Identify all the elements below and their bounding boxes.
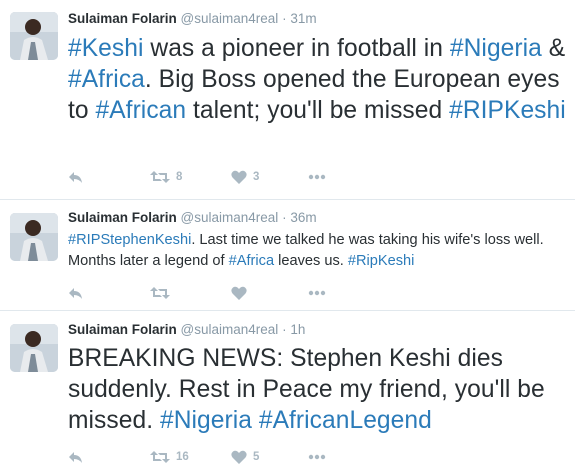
separator-dot: ·: [282, 11, 287, 26]
like-button[interactable]: 5: [231, 447, 259, 467]
tweet-text-segment: &: [541, 35, 566, 62]
hashtag-link[interactable]: #RipKeshi: [348, 253, 415, 269]
tweet-text: #Keshi was a pioneer in football in #Nig…: [68, 33, 569, 126]
tweet-text-segment: [252, 407, 259, 434]
tweet-text-segment: leaves us.: [274, 253, 348, 269]
tweet-text-segment: talent; you'll be missed: [186, 97, 450, 124]
hashtag-link[interactable]: #AfricanLegend: [259, 407, 432, 434]
more-button[interactable]: [308, 167, 326, 187]
retweet-icon: [150, 451, 170, 463]
tweet-header: Sulaiman Folarin @sulaiman4real · 31m: [68, 11, 317, 26]
reply-button[interactable]: [68, 447, 84, 467]
avatar[interactable]: [10, 324, 58, 372]
reply-icon: [69, 172, 82, 183]
retweet-button[interactable]: 16: [150, 447, 189, 467]
avatar-image: [10, 12, 58, 60]
author-handle[interactable]: @sulaiman4real: [181, 210, 279, 225]
avatar[interactable]: [10, 213, 58, 261]
reply-button[interactable]: [68, 167, 84, 187]
hashtag-link[interactable]: #Nigeria: [450, 35, 542, 62]
tweet-header: Sulaiman Folarin @sulaiman4real · 36m: [68, 210, 317, 225]
retweet-count: 16: [176, 451, 189, 463]
avatar-image: [10, 213, 58, 261]
hashtag-link[interactable]: #Nigeria: [160, 407, 252, 434]
retweet-button[interactable]: 8: [150, 167, 182, 187]
hashtag-link[interactable]: #RIPKeshi: [449, 97, 566, 124]
author-handle[interactable]: @sulaiman4real: [181, 11, 279, 26]
tweet[interactable]: Sulaiman Folarin @sulaiman4real · 1h BRE…: [0, 311, 575, 468]
tweet[interactable]: Sulaiman Folarin @sulaiman4real · 31m #K…: [0, 0, 575, 200]
author-handle[interactable]: @sulaiman4real: [181, 322, 279, 337]
reply-button[interactable]: [68, 283, 84, 303]
author-name[interactable]: Sulaiman Folarin: [68, 11, 177, 26]
retweet-icon: [150, 171, 170, 183]
like-icon: [231, 286, 247, 300]
more-icon: [308, 454, 326, 460]
retweet-icon: [150, 287, 170, 299]
like-icon: [231, 450, 247, 464]
avatar[interactable]: [10, 12, 58, 60]
separator-dot: ·: [282, 210, 287, 225]
tweet-text: #RIPStephenKeshi. Last time we talked he…: [68, 230, 569, 272]
tweet-text: BREAKING NEWS: Stephen Keshi dies sudden…: [68, 343, 569, 436]
more-button[interactable]: [308, 447, 326, 467]
more-icon: [308, 290, 326, 296]
more-button[interactable]: [308, 283, 326, 303]
avatar-image: [10, 324, 58, 372]
like-button[interactable]: 3: [231, 167, 259, 187]
tweet-timeline: Sulaiman Folarin @sulaiman4real · 31m #K…: [0, 0, 575, 468]
tweet-timestamp[interactable]: 31m: [290, 11, 316, 26]
reply-icon: [69, 288, 82, 299]
separator-dot: ·: [282, 322, 287, 337]
tweet-timestamp[interactable]: 1h: [290, 322, 305, 337]
more-icon: [308, 174, 326, 180]
like-icon: [231, 170, 247, 184]
tweet-text-segment: was a pioneer in football in: [143, 35, 450, 62]
hashtag-link[interactable]: #African: [96, 97, 187, 124]
tweet-timestamp[interactable]: 36m: [290, 210, 316, 225]
reply-icon: [69, 452, 82, 463]
tweet[interactable]: Sulaiman Folarin @sulaiman4real · 36m #R…: [0, 200, 575, 311]
hashtag-link[interactable]: #Keshi: [68, 35, 144, 62]
like-count: 3: [253, 171, 260, 183]
tweet-header: Sulaiman Folarin @sulaiman4real · 1h: [68, 322, 305, 337]
like-button[interactable]: [231, 283, 253, 303]
hashtag-link[interactable]: #Africa: [68, 66, 145, 93]
like-count: 5: [253, 451, 260, 463]
author-name[interactable]: Sulaiman Folarin: [68, 210, 177, 225]
hashtag-link[interactable]: #RIPStephenKeshi: [68, 232, 191, 248]
retweet-button[interactable]: [150, 283, 176, 303]
author-name[interactable]: Sulaiman Folarin: [68, 322, 177, 337]
retweet-count: 8: [176, 171, 183, 183]
hashtag-link[interactable]: #Africa: [229, 253, 274, 269]
